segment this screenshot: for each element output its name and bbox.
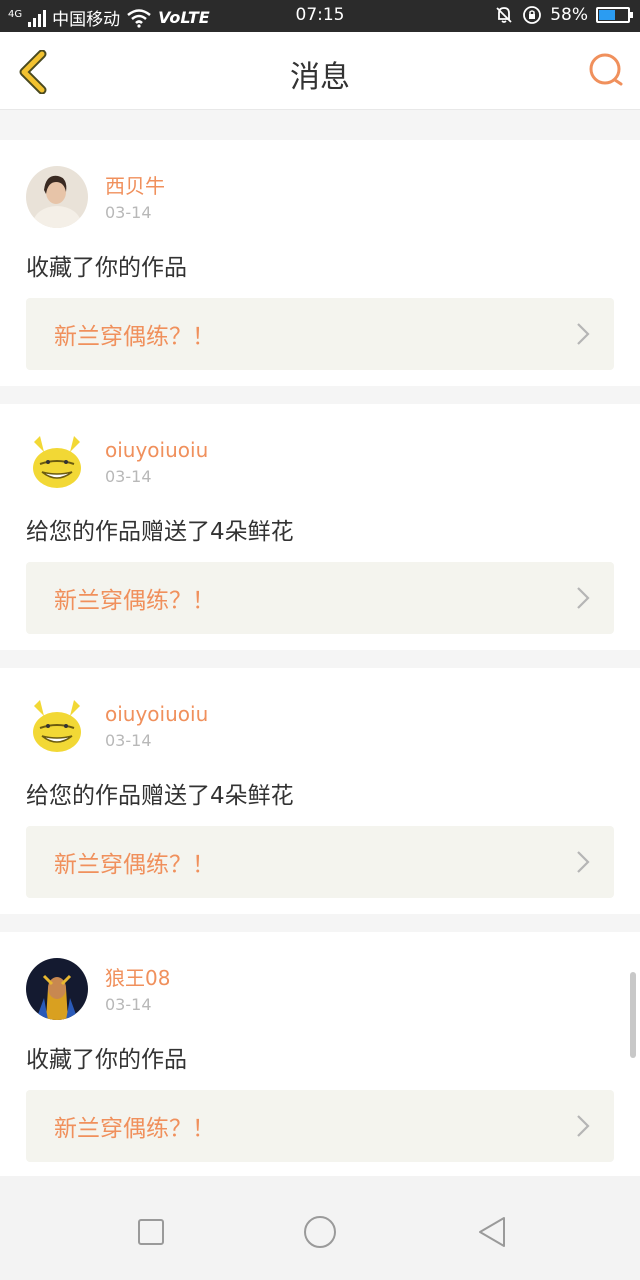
action-text: 给您的作品赠送了4朵鲜花 xyxy=(26,783,294,809)
message-card: oiuyoiuoiu 03-14 给您的作品赠送了4朵鲜花 新兰穿偶练？！ xyxy=(0,668,640,914)
action-text: 收藏了你的作品 xyxy=(26,1047,187,1073)
search-button[interactable] xyxy=(586,50,626,90)
system-nav-bar xyxy=(0,1176,640,1280)
username[interactable]: oiuyoiuoiu xyxy=(105,437,208,463)
message-date: 03-14 xyxy=(105,730,152,750)
avatar[interactable] xyxy=(26,694,88,756)
page-title: 消息 xyxy=(290,60,350,95)
avatar[interactable] xyxy=(26,958,88,1020)
home-button[interactable] xyxy=(300,1212,340,1252)
action-text: 收藏了你的作品 xyxy=(26,255,187,281)
recent-apps-button[interactable] xyxy=(131,1212,171,1252)
triangle-back-icon xyxy=(479,1217,505,1247)
mute-bell-icon xyxy=(496,7,512,23)
username[interactable]: 西贝牛 xyxy=(105,173,165,199)
work-link[interactable]: 新兰穿偶练？！ xyxy=(26,1090,614,1162)
message-card: 狼王08 03-14 收藏了你的作品 新兰穿偶练？！ xyxy=(0,932,640,1178)
header: 消息 xyxy=(0,32,640,110)
work-link[interactable]: 新兰穿偶练？！ xyxy=(26,562,614,634)
chevron-right-icon xyxy=(577,851,590,873)
message-list: 西贝牛 03-14 收藏了你的作品 新兰穿偶练？！ oiuyoiuoiu 03-… xyxy=(0,122,640,1196)
username[interactable]: oiuyoiuoiu xyxy=(105,701,208,727)
avatar[interactable] xyxy=(26,430,88,492)
battery-percent: 58% xyxy=(550,5,588,25)
message-card: oiuyoiuoiu 03-14 给您的作品赠送了4朵鲜花 新兰穿偶练？！ xyxy=(0,404,640,650)
action-text: 给您的作品赠送了4朵鲜花 xyxy=(26,519,294,545)
chevron-right-icon xyxy=(577,323,590,345)
message-date: 03-14 xyxy=(105,994,152,1014)
chevron-right-icon xyxy=(577,587,590,609)
chevron-right-icon xyxy=(577,1115,590,1137)
message-date: 03-14 xyxy=(105,466,152,486)
battery-fill xyxy=(599,10,615,20)
circle-icon xyxy=(304,1216,336,1248)
message-card: 西贝牛 03-14 收藏了你的作品 新兰穿偶练？！ xyxy=(0,140,640,386)
rotation-lock-icon xyxy=(523,6,542,24)
back-nav-button[interactable] xyxy=(472,1212,512,1252)
username[interactable]: 狼王08 xyxy=(105,965,170,991)
work-title: 新兰穿偶练？！ xyxy=(54,1116,215,1142)
status-bar: 4G 中国移动 VoLTE 07:15 58% xyxy=(0,0,640,32)
work-link[interactable]: 新兰穿偶练？！ xyxy=(26,298,614,370)
work-title: 新兰穿偶练？！ xyxy=(54,852,215,878)
search-icon xyxy=(589,53,623,86)
work-title: 新兰穿偶练？！ xyxy=(54,588,215,614)
square-icon xyxy=(138,1219,164,1245)
work-title: 新兰穿偶练？！ xyxy=(54,324,215,350)
scrollbar[interactable] xyxy=(630,972,636,1058)
avatar[interactable] xyxy=(26,166,88,228)
work-link[interactable]: 新兰穿偶练？！ xyxy=(26,826,614,898)
message-date: 03-14 xyxy=(105,202,152,222)
battery-icon xyxy=(596,7,633,23)
